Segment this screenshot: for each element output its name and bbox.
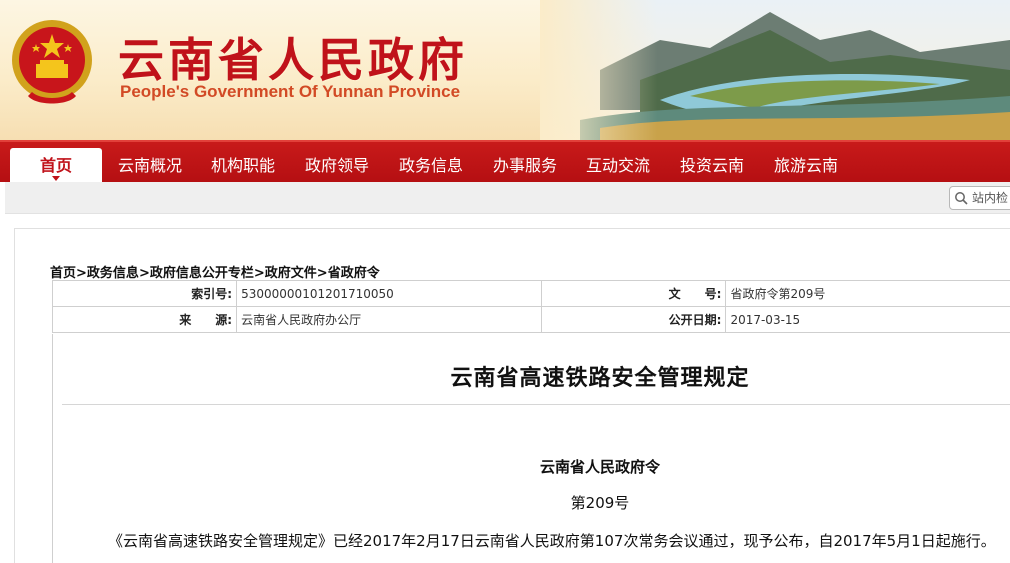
breadcrumb-government-documents[interactable]: 政府文件 [265,266,317,281]
breadcrumb-separator: > [138,266,150,281]
document-body-paragraph: 《云南省高速铁路安全管理规定》已经2017年2月17日云南省人民政府第107次常… [108,532,996,550]
main-nav: 首页 云南概况 机构职能 政府领导 政务信息 办事服务 互动交流 投资云南 旅游… [0,140,1010,184]
site-title: 云南省人民政府 [118,33,468,87]
breadcrumb-separator: > [253,266,265,281]
nav-item-services[interactable]: 办事服务 [479,148,571,184]
breadcrumb-separator: > [316,266,328,281]
breadcrumb-government-info[interactable]: 政务信息 [87,266,139,281]
nav-item-invest-yunnan[interactable]: 投资云南 [666,148,758,184]
search-bar: 站内检 [5,182,1010,214]
title-divider [62,404,1010,405]
table-row: 来 源: 云南省人民政府办公厅 公开日期: 2017-03-15 [51,306,1010,333]
index-value: 53000000101201710050 [236,280,543,307]
publish-date-label: 公开日期: [541,306,727,333]
site-subtitle: People's Government Of Yunnan Province [120,82,461,101]
index-label: 索引号: [51,280,238,307]
national-emblem-icon [12,20,92,104]
source-value: 云南省人民政府办公厅 [236,306,543,333]
search-input[interactable]: 站内检 [949,186,1010,210]
site-header: 云南省人民政府 People's Government Of Yunnan Pr… [0,0,1010,146]
nav-item-yunnan-overview[interactable]: 云南概况 [104,148,196,184]
nav-item-government-info[interactable]: 政务信息 [385,148,477,184]
landscape-banner-image [540,0,1010,146]
table-row: 索引号: 53000000101201710050 文 号: 省政府令第209号 [51,280,1010,307]
decree-issuer: 云南省人民政府令 [539,458,660,476]
nav-item-home[interactable]: 首页 [10,148,102,184]
source-label: 来 源: [51,306,238,333]
breadcrumb-home[interactable]: 首页 [50,266,76,281]
doc-number-value: 省政府令第209号 [725,280,1010,307]
search-icon [955,192,968,205]
search-placeholder: 站内检 [972,191,1009,205]
doc-number-label: 文 号: [541,280,727,307]
breadcrumb-info-disclosure[interactable]: 政府信息公开专栏 [150,266,254,281]
breadcrumb-provincial-decree[interactable]: 省政府令 [328,266,380,281]
nav-item-government-leaders[interactable]: 政府领导 [291,148,383,184]
nav-item-travel-yunnan[interactable]: 旅游云南 [760,148,852,184]
nav-item-interaction[interactable]: 互动交流 [572,148,664,184]
document-meta-table: 索引号: 53000000101201710050 文 号: 省政府令第209号… [51,280,1010,333]
breadcrumb-separator: > [76,266,87,281]
decree-number: 第209号 [570,494,630,512]
publish-date-value: 2017-03-15 [725,306,1010,333]
breadcrumb: 首页>政务信息>政府信息公开专栏>政府文件>省政府令 [50,262,380,281]
document-title: 云南省高速铁路安全管理规定 [450,366,750,391]
nav-item-agency-functions[interactable]: 机构职能 [197,148,289,184]
